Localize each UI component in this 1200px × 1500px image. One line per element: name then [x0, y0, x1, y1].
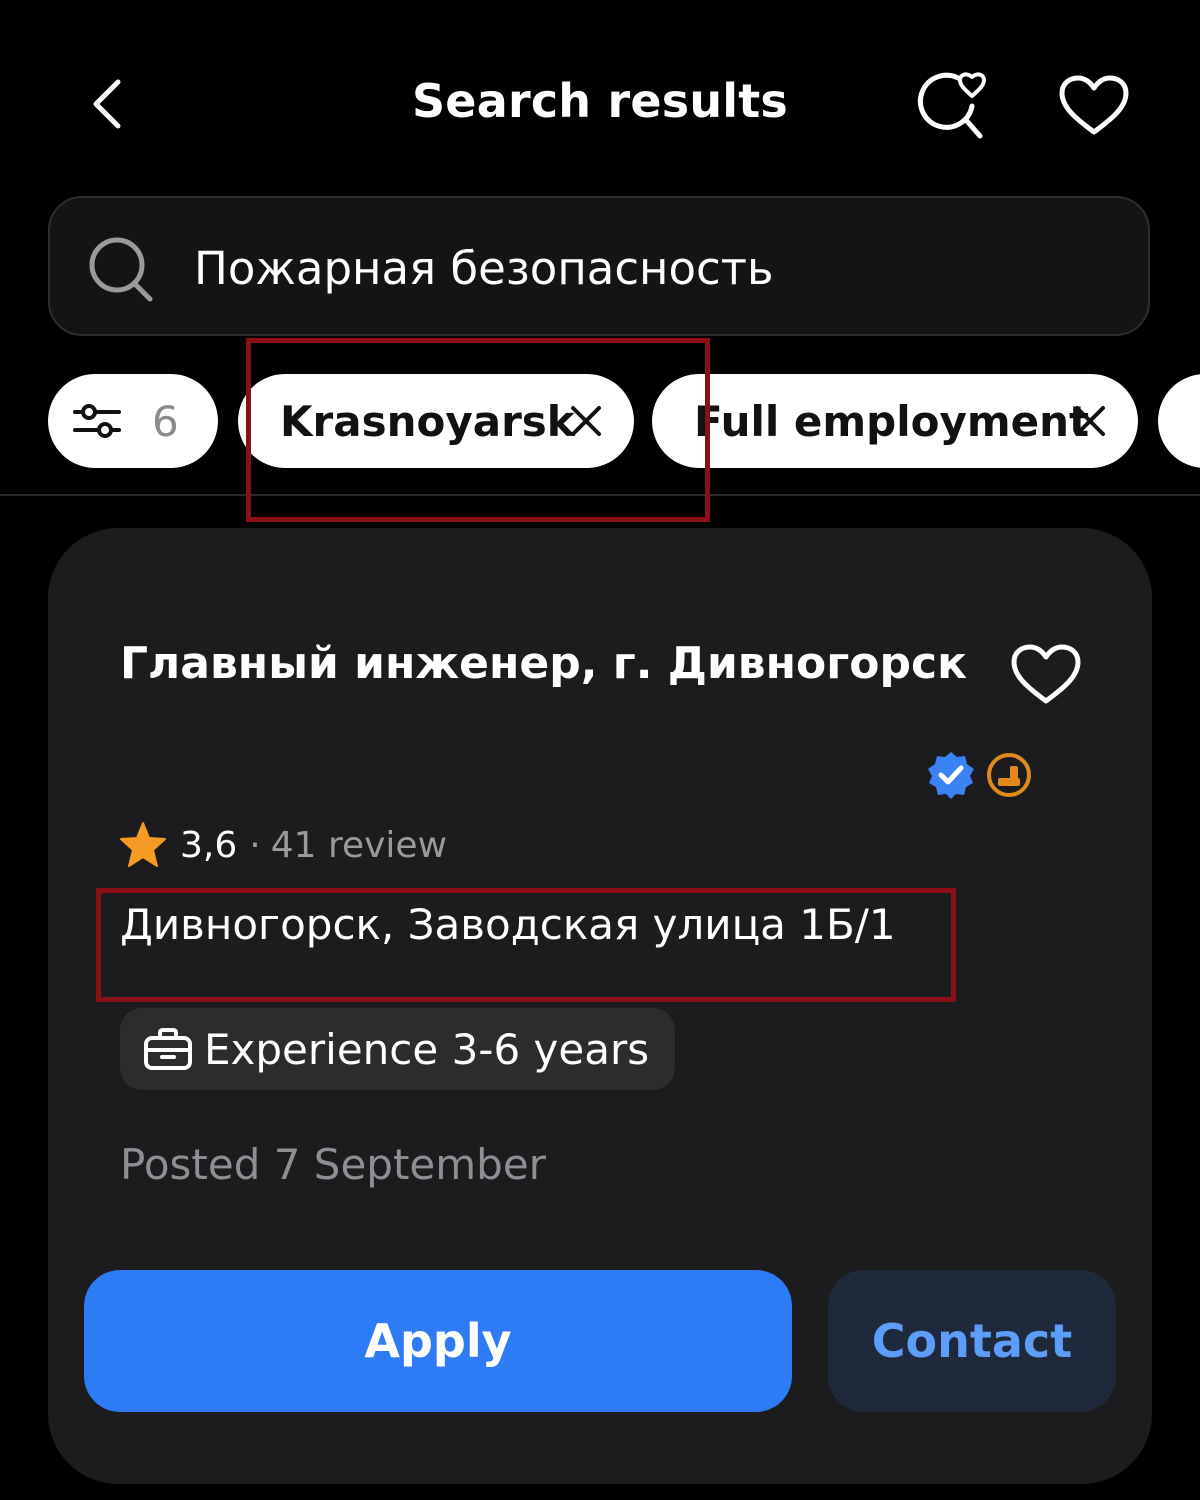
- chip-label: Full employment: [694, 396, 1090, 446]
- star-icon: [120, 822, 166, 867]
- close-icon[interactable]: [566, 401, 606, 441]
- job-title[interactable]: Главный инженер, г. Дивногорск: [120, 638, 967, 689]
- job-address: Дивногорск, Заводская улица 1Б/1: [120, 900, 896, 949]
- search-box[interactable]: [48, 196, 1150, 336]
- chip-krasnoyarsk[interactable]: Krasnoyarsk: [238, 374, 634, 468]
- chip-full-employment[interactable]: Full employment: [652, 374, 1138, 468]
- close-icon[interactable]: [1070, 401, 1110, 441]
- rating-value: 3,6: [180, 824, 238, 866]
- heart-icon: [1059, 75, 1129, 135]
- add-to-favorites-button[interactable]: [1004, 636, 1088, 714]
- experience-label: Experience 3-6 years: [204, 1024, 650, 1074]
- chip-label: Krasnoyarsk: [280, 396, 575, 446]
- job-card[interactable]: Главный инженер, г. Дивногорск 3,6 · 41 …: [48, 528, 1152, 1484]
- apply-button[interactable]: Apply: [84, 1270, 792, 1412]
- employer-badge-icon: [987, 753, 1031, 797]
- saved-searches-button[interactable]: [910, 62, 994, 146]
- page-title: Search results: [411, 74, 789, 128]
- filters-count: 6: [152, 396, 179, 446]
- filter-chips: 6 Krasnoyarsk Full employment: [0, 374, 1200, 470]
- review-count[interactable]: 41 review: [271, 825, 447, 866]
- rating-row: 3,6 · 41 review: [118, 820, 447, 870]
- verified-icon: [928, 752, 974, 799]
- search-input[interactable]: [194, 230, 1094, 306]
- separator: ·: [249, 824, 261, 866]
- search-heart-icon: [917, 72, 986, 139]
- posted-date: Posted 7 September: [120, 1140, 546, 1189]
- filters-button[interactable]: 6: [48, 374, 218, 468]
- divider: [0, 494, 1200, 496]
- experience-tag: Experience 3-6 years: [120, 1008, 676, 1090]
- favorites-button[interactable]: [1052, 66, 1136, 146]
- contact-button[interactable]: Contact: [828, 1270, 1116, 1412]
- search-icon: [89, 237, 153, 302]
- sliders-icon: [73, 404, 121, 438]
- heart-icon: [1011, 644, 1081, 704]
- chip-more[interactable]: [1158, 374, 1200, 468]
- screen: Search results 6: [0, 0, 1200, 1500]
- briefcase-icon: [144, 1028, 192, 1070]
